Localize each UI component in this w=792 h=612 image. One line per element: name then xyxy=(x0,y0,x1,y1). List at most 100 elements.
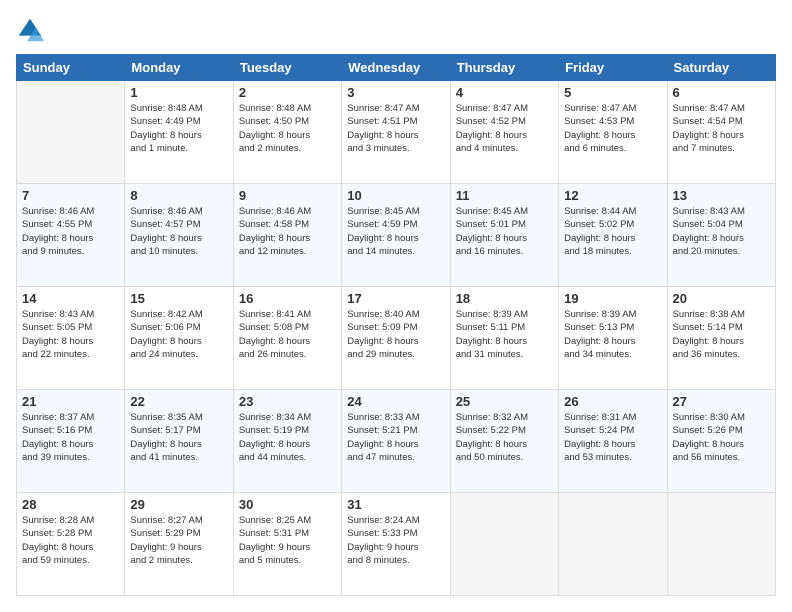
calendar-cell: 20Sunrise: 8:38 AM Sunset: 5:14 PM Dayli… xyxy=(667,287,775,390)
day-info: Sunrise: 8:40 AM Sunset: 5:09 PM Dayligh… xyxy=(347,308,444,361)
day-info: Sunrise: 8:46 AM Sunset: 4:55 PM Dayligh… xyxy=(22,205,119,258)
calendar-cell: 25 Sunrise: 8:32 AM Sunset: 5:22 PM Dayli… xyxy=(450,390,558,493)
calendar-header-thursday: Thursday xyxy=(450,55,558,81)
calendar-cell: 5 Sunrise: 8:47 AM Sunset: 4:53 PM Daylig… xyxy=(559,81,667,184)
calendar-cell: 9 Sunrise: 8:46 AM Sunset: 4:58 PM Daylig… xyxy=(233,184,341,287)
calendar-cell: 1Sunrise: 8:48 AM Sunset: 4:49 PM Daylig… xyxy=(125,81,233,184)
calendar-header-wednesday: Wednesday xyxy=(342,55,450,81)
calendar-week-row: 7 Sunrise: 8:46 AM Sunset: 4:55 PM Daylig… xyxy=(17,184,776,287)
day-number: 21 xyxy=(22,394,119,409)
day-number: 8 xyxy=(130,188,227,203)
calendar-cell: 4 Sunrise: 8:47 AM Sunset: 4:52 PM Daylig… xyxy=(450,81,558,184)
day-info: Sunrise: 8:48 AM Sunset: 4:49 PM Dayligh… xyxy=(130,102,227,155)
day-info: Sunrise: 8:37 AM Sunset: 5:16 PM Dayligh… xyxy=(22,411,119,464)
calendar-cell: 15Sunrise: 8:42 AM Sunset: 5:06 PM Dayli… xyxy=(125,287,233,390)
day-number: 12 xyxy=(564,188,661,203)
calendar-cell xyxy=(17,81,125,184)
calendar-cell xyxy=(667,493,775,596)
day-number: 4 xyxy=(456,85,553,100)
calendar-table: SundayMondayTuesdayWednesdayThursdayFrid… xyxy=(16,54,776,596)
calendar-cell xyxy=(559,493,667,596)
calendar-cell: 29 Sunrise: 8:27 AM Sunset: 5:29 PM Dayli… xyxy=(125,493,233,596)
day-number: 11 xyxy=(456,188,553,203)
day-number: 23 xyxy=(239,394,336,409)
calendar-cell: 12 Sunrise: 8:44 AM Sunset: 5:02 PM Dayli… xyxy=(559,184,667,287)
day-number: 26 xyxy=(564,394,661,409)
calendar-cell: 31Sunrise: 8:24 AM Sunset: 5:33 PM Dayli… xyxy=(342,493,450,596)
day-info: Sunrise: 8:39 AM Sunset: 5:13 PM Dayligh… xyxy=(564,308,661,361)
calendar-cell: 11 Sunrise: 8:45 AM Sunset: 5:01 PM Dayli… xyxy=(450,184,558,287)
day-info: Sunrise: 8:45 AM Sunset: 5:01 PM Dayligh… xyxy=(456,205,553,258)
calendar-cell: 10Sunrise: 8:45 AM Sunset: 4:59 PM Dayli… xyxy=(342,184,450,287)
day-info: Sunrise: 8:47 AM Sunset: 4:54 PM Dayligh… xyxy=(673,102,770,155)
day-info: Sunrise: 8:24 AM Sunset: 5:33 PM Dayligh… xyxy=(347,514,444,567)
day-number: 16 xyxy=(239,291,336,306)
day-info: Sunrise: 8:46 AM Sunset: 4:58 PM Dayligh… xyxy=(239,205,336,258)
day-info: Sunrise: 8:41 AM Sunset: 5:08 PM Dayligh… xyxy=(239,308,336,361)
calendar-header-monday: Monday xyxy=(125,55,233,81)
day-info: Sunrise: 8:30 AM Sunset: 5:26 PM Dayligh… xyxy=(673,411,770,464)
calendar-cell: 26 Sunrise: 8:31 AM Sunset: 5:24 PM Dayli… xyxy=(559,390,667,493)
day-info: Sunrise: 8:45 AM Sunset: 4:59 PM Dayligh… xyxy=(347,205,444,258)
day-info: Sunrise: 8:43 AM Sunset: 5:04 PM Dayligh… xyxy=(673,205,770,258)
calendar-cell: 19 Sunrise: 8:39 AM Sunset: 5:13 PM Dayli… xyxy=(559,287,667,390)
day-number: 7 xyxy=(22,188,119,203)
day-info: Sunrise: 8:28 AM Sunset: 5:28 PM Dayligh… xyxy=(22,514,119,567)
day-info: Sunrise: 8:48 AM Sunset: 4:50 PM Dayligh… xyxy=(239,102,336,155)
calendar-header-sunday: Sunday xyxy=(17,55,125,81)
calendar-header-tuesday: Tuesday xyxy=(233,55,341,81)
day-number: 6 xyxy=(673,85,770,100)
calendar-week-row: 1Sunrise: 8:48 AM Sunset: 4:49 PM Daylig… xyxy=(17,81,776,184)
day-number: 18 xyxy=(456,291,553,306)
day-number: 9 xyxy=(239,188,336,203)
day-number: 28 xyxy=(22,497,119,512)
day-number: 19 xyxy=(564,291,661,306)
day-info: Sunrise: 8:47 AM Sunset: 4:51 PM Dayligh… xyxy=(347,102,444,155)
calendar-cell: 24 Sunrise: 8:33 AM Sunset: 5:21 PM Dayli… xyxy=(342,390,450,493)
day-number: 17 xyxy=(347,291,444,306)
calendar-cell: 18 Sunrise: 8:39 AM Sunset: 5:11 PM Dayli… xyxy=(450,287,558,390)
day-info: Sunrise: 8:47 AM Sunset: 4:52 PM Dayligh… xyxy=(456,102,553,155)
calendar-cell: 23 Sunrise: 8:34 AM Sunset: 5:19 PM Dayli… xyxy=(233,390,341,493)
calendar-header-friday: Friday xyxy=(559,55,667,81)
day-number: 3 xyxy=(347,85,444,100)
day-number: 5 xyxy=(564,85,661,100)
day-number: 14 xyxy=(22,291,119,306)
day-info: Sunrise: 8:47 AM Sunset: 4:53 PM Dayligh… xyxy=(564,102,661,155)
day-info: Sunrise: 8:32 AM Sunset: 5:22 PM Dayligh… xyxy=(456,411,553,464)
calendar-cell xyxy=(450,493,558,596)
day-number: 15 xyxy=(130,291,227,306)
page: SundayMondayTuesdayWednesdayThursdayFrid… xyxy=(0,0,792,612)
day-info: Sunrise: 8:46 AM Sunset: 4:57 PM Dayligh… xyxy=(130,205,227,258)
calendar-cell: 27Sunrise: 8:30 AM Sunset: 5:26 PM Dayli… xyxy=(667,390,775,493)
day-info: Sunrise: 8:39 AM Sunset: 5:11 PM Dayligh… xyxy=(456,308,553,361)
day-info: Sunrise: 8:43 AM Sunset: 5:05 PM Dayligh… xyxy=(22,308,119,361)
calendar-cell: 14 Sunrise: 8:43 AM Sunset: 5:05 PM Dayli… xyxy=(17,287,125,390)
calendar-week-row: 14 Sunrise: 8:43 AM Sunset: 5:05 PM Dayli… xyxy=(17,287,776,390)
day-info: Sunrise: 8:34 AM Sunset: 5:19 PM Dayligh… xyxy=(239,411,336,464)
calendar-cell: 6 Sunrise: 8:47 AM Sunset: 4:54 PM Daylig… xyxy=(667,81,775,184)
calendar-cell: 30 Sunrise: 8:25 AM Sunset: 5:31 PM Dayli… xyxy=(233,493,341,596)
day-info: Sunrise: 8:27 AM Sunset: 5:29 PM Dayligh… xyxy=(130,514,227,567)
logo xyxy=(16,16,48,44)
header xyxy=(16,16,776,44)
calendar-cell: 8 Sunrise: 8:46 AM Sunset: 4:57 PM Daylig… xyxy=(125,184,233,287)
day-number: 13 xyxy=(673,188,770,203)
day-info: Sunrise: 8:35 AM Sunset: 5:17 PM Dayligh… xyxy=(130,411,227,464)
calendar-cell: 7 Sunrise: 8:46 AM Sunset: 4:55 PM Daylig… xyxy=(17,184,125,287)
day-number: 30 xyxy=(239,497,336,512)
day-info: Sunrise: 8:25 AM Sunset: 5:31 PM Dayligh… xyxy=(239,514,336,567)
day-number: 29 xyxy=(130,497,227,512)
calendar-cell: 17 Sunrise: 8:40 AM Sunset: 5:09 PM Dayli… xyxy=(342,287,450,390)
calendar-cell: 21 Sunrise: 8:37 AM Sunset: 5:16 PM Dayli… xyxy=(17,390,125,493)
day-number: 22 xyxy=(130,394,227,409)
day-number: 25 xyxy=(456,394,553,409)
day-number: 24 xyxy=(347,394,444,409)
calendar-cell: 16 Sunrise: 8:41 AM Sunset: 5:08 PM Dayli… xyxy=(233,287,341,390)
day-info: Sunrise: 8:33 AM Sunset: 5:21 PM Dayligh… xyxy=(347,411,444,464)
day-info: Sunrise: 8:44 AM Sunset: 5:02 PM Dayligh… xyxy=(564,205,661,258)
day-number: 2 xyxy=(239,85,336,100)
calendar-cell: 3 Sunrise: 8:47 AM Sunset: 4:51 PM Daylig… xyxy=(342,81,450,184)
calendar-cell: 28 Sunrise: 8:28 AM Sunset: 5:28 PM Dayli… xyxy=(17,493,125,596)
day-info: Sunrise: 8:31 AM Sunset: 5:24 PM Dayligh… xyxy=(564,411,661,464)
